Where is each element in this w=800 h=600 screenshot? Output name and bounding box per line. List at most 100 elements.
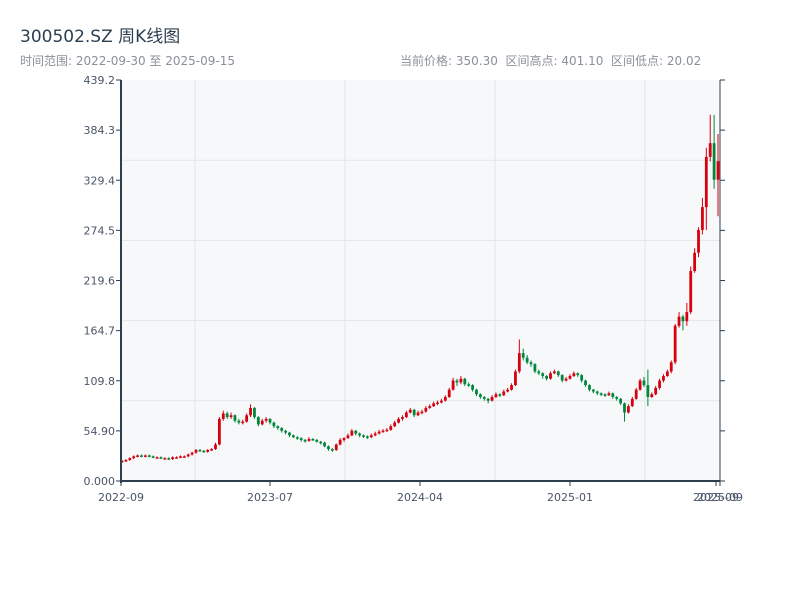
candle-down [268, 418, 272, 423]
candle-up [132, 456, 136, 459]
x-tick-label: 2025-09 [697, 491, 743, 504]
candle-up [650, 394, 654, 398]
y-tick-label: 54.90 [84, 425, 116, 438]
candle-up [381, 430, 385, 433]
candle-down [467, 384, 471, 386]
x-tick-label: 2024-04 [397, 491, 443, 504]
candle-up [568, 376, 572, 379]
candle-down [167, 458, 171, 460]
candle-up [260, 420, 264, 425]
y-tick-label: 384.3 [84, 124, 116, 137]
candle-up [494, 394, 498, 398]
candle-up [182, 456, 186, 458]
y-tick-label: 329.4 [84, 174, 116, 187]
candle-up [689, 271, 693, 313]
candle-down [471, 385, 474, 390]
candle-up [428, 406, 432, 408]
candle-down [525, 357, 529, 363]
candle-down [603, 394, 607, 396]
candle-up [401, 417, 404, 419]
candle-down [327, 446, 330, 450]
y-tick-label: 274.5 [84, 224, 116, 237]
candle-down [291, 435, 295, 438]
candle-down [202, 450, 206, 453]
candle-down [611, 393, 615, 398]
candle-down [303, 439, 307, 442]
candle-up [549, 373, 552, 379]
candle-down [560, 375, 564, 381]
candle-down [475, 389, 478, 395]
candle-up [685, 312, 689, 322]
candle-down [284, 430, 288, 433]
candle-up [334, 444, 338, 450]
candle-down [486, 398, 490, 401]
candle-down [478, 394, 482, 398]
candle-up [677, 316, 681, 326]
candle-up [517, 353, 521, 372]
candle-up [502, 391, 506, 396]
candle-down [580, 375, 584, 381]
candle-up [704, 156, 708, 208]
candle-up [552, 371, 556, 374]
candle-up [214, 444, 217, 450]
candle-up [408, 409, 412, 413]
candle-down [147, 455, 151, 457]
candle-down [280, 428, 284, 431]
candle-up [701, 207, 704, 230]
y-tick-label: 164.7 [84, 325, 116, 338]
candle-up [514, 371, 517, 386]
candle-up [432, 403, 436, 407]
candle-up [210, 449, 213, 451]
candle-down [140, 455, 143, 457]
candle-up [369, 435, 373, 438]
candle-down [412, 409, 416, 416]
candle-down [323, 442, 326, 447]
candle-up [175, 457, 178, 459]
candle-down [615, 397, 619, 399]
candle-down [619, 398, 623, 404]
candle-down [198, 449, 202, 452]
candle-up [171, 457, 175, 460]
candle-down [288, 432, 291, 436]
y-tick-label: 0.000 [84, 475, 116, 488]
candle-down [498, 394, 502, 396]
candle-up [229, 415, 233, 418]
candle-down [272, 422, 276, 427]
candle-down [256, 417, 260, 425]
candle-up [190, 452, 194, 455]
candle-down [463, 378, 467, 385]
candle-up [155, 457, 159, 459]
candle-up [506, 389, 510, 392]
candle-down [159, 457, 163, 459]
candle-up [143, 455, 147, 457]
candle-up [346, 435, 350, 439]
candle-up [440, 400, 443, 403]
candle-down [366, 436, 369, 438]
candle-up [451, 380, 455, 390]
candle-up [654, 387, 658, 395]
candle-up [634, 389, 638, 399]
candle-down [455, 380, 459, 383]
candle-down [358, 433, 362, 436]
candle-down [529, 362, 533, 365]
candle-up [124, 460, 128, 462]
candle-up [206, 449, 210, 452]
candle-down [646, 385, 650, 398]
candle-up [459, 378, 463, 383]
candle-up [416, 412, 420, 416]
candle-down [311, 439, 315, 441]
candle-down [299, 438, 303, 440]
candle-up [245, 415, 249, 422]
candle-up [436, 402, 439, 404]
candle-up [627, 406, 630, 413]
candle-down [537, 371, 541, 374]
candle-down [151, 456, 155, 458]
candle-down [541, 373, 545, 377]
candle-up [221, 413, 225, 419]
candle-up [658, 380, 661, 388]
candle-up [716, 161, 720, 180]
candle-down [533, 364, 537, 372]
candle-up [241, 421, 245, 424]
candle-up [572, 373, 576, 377]
candle-down [362, 435, 365, 437]
